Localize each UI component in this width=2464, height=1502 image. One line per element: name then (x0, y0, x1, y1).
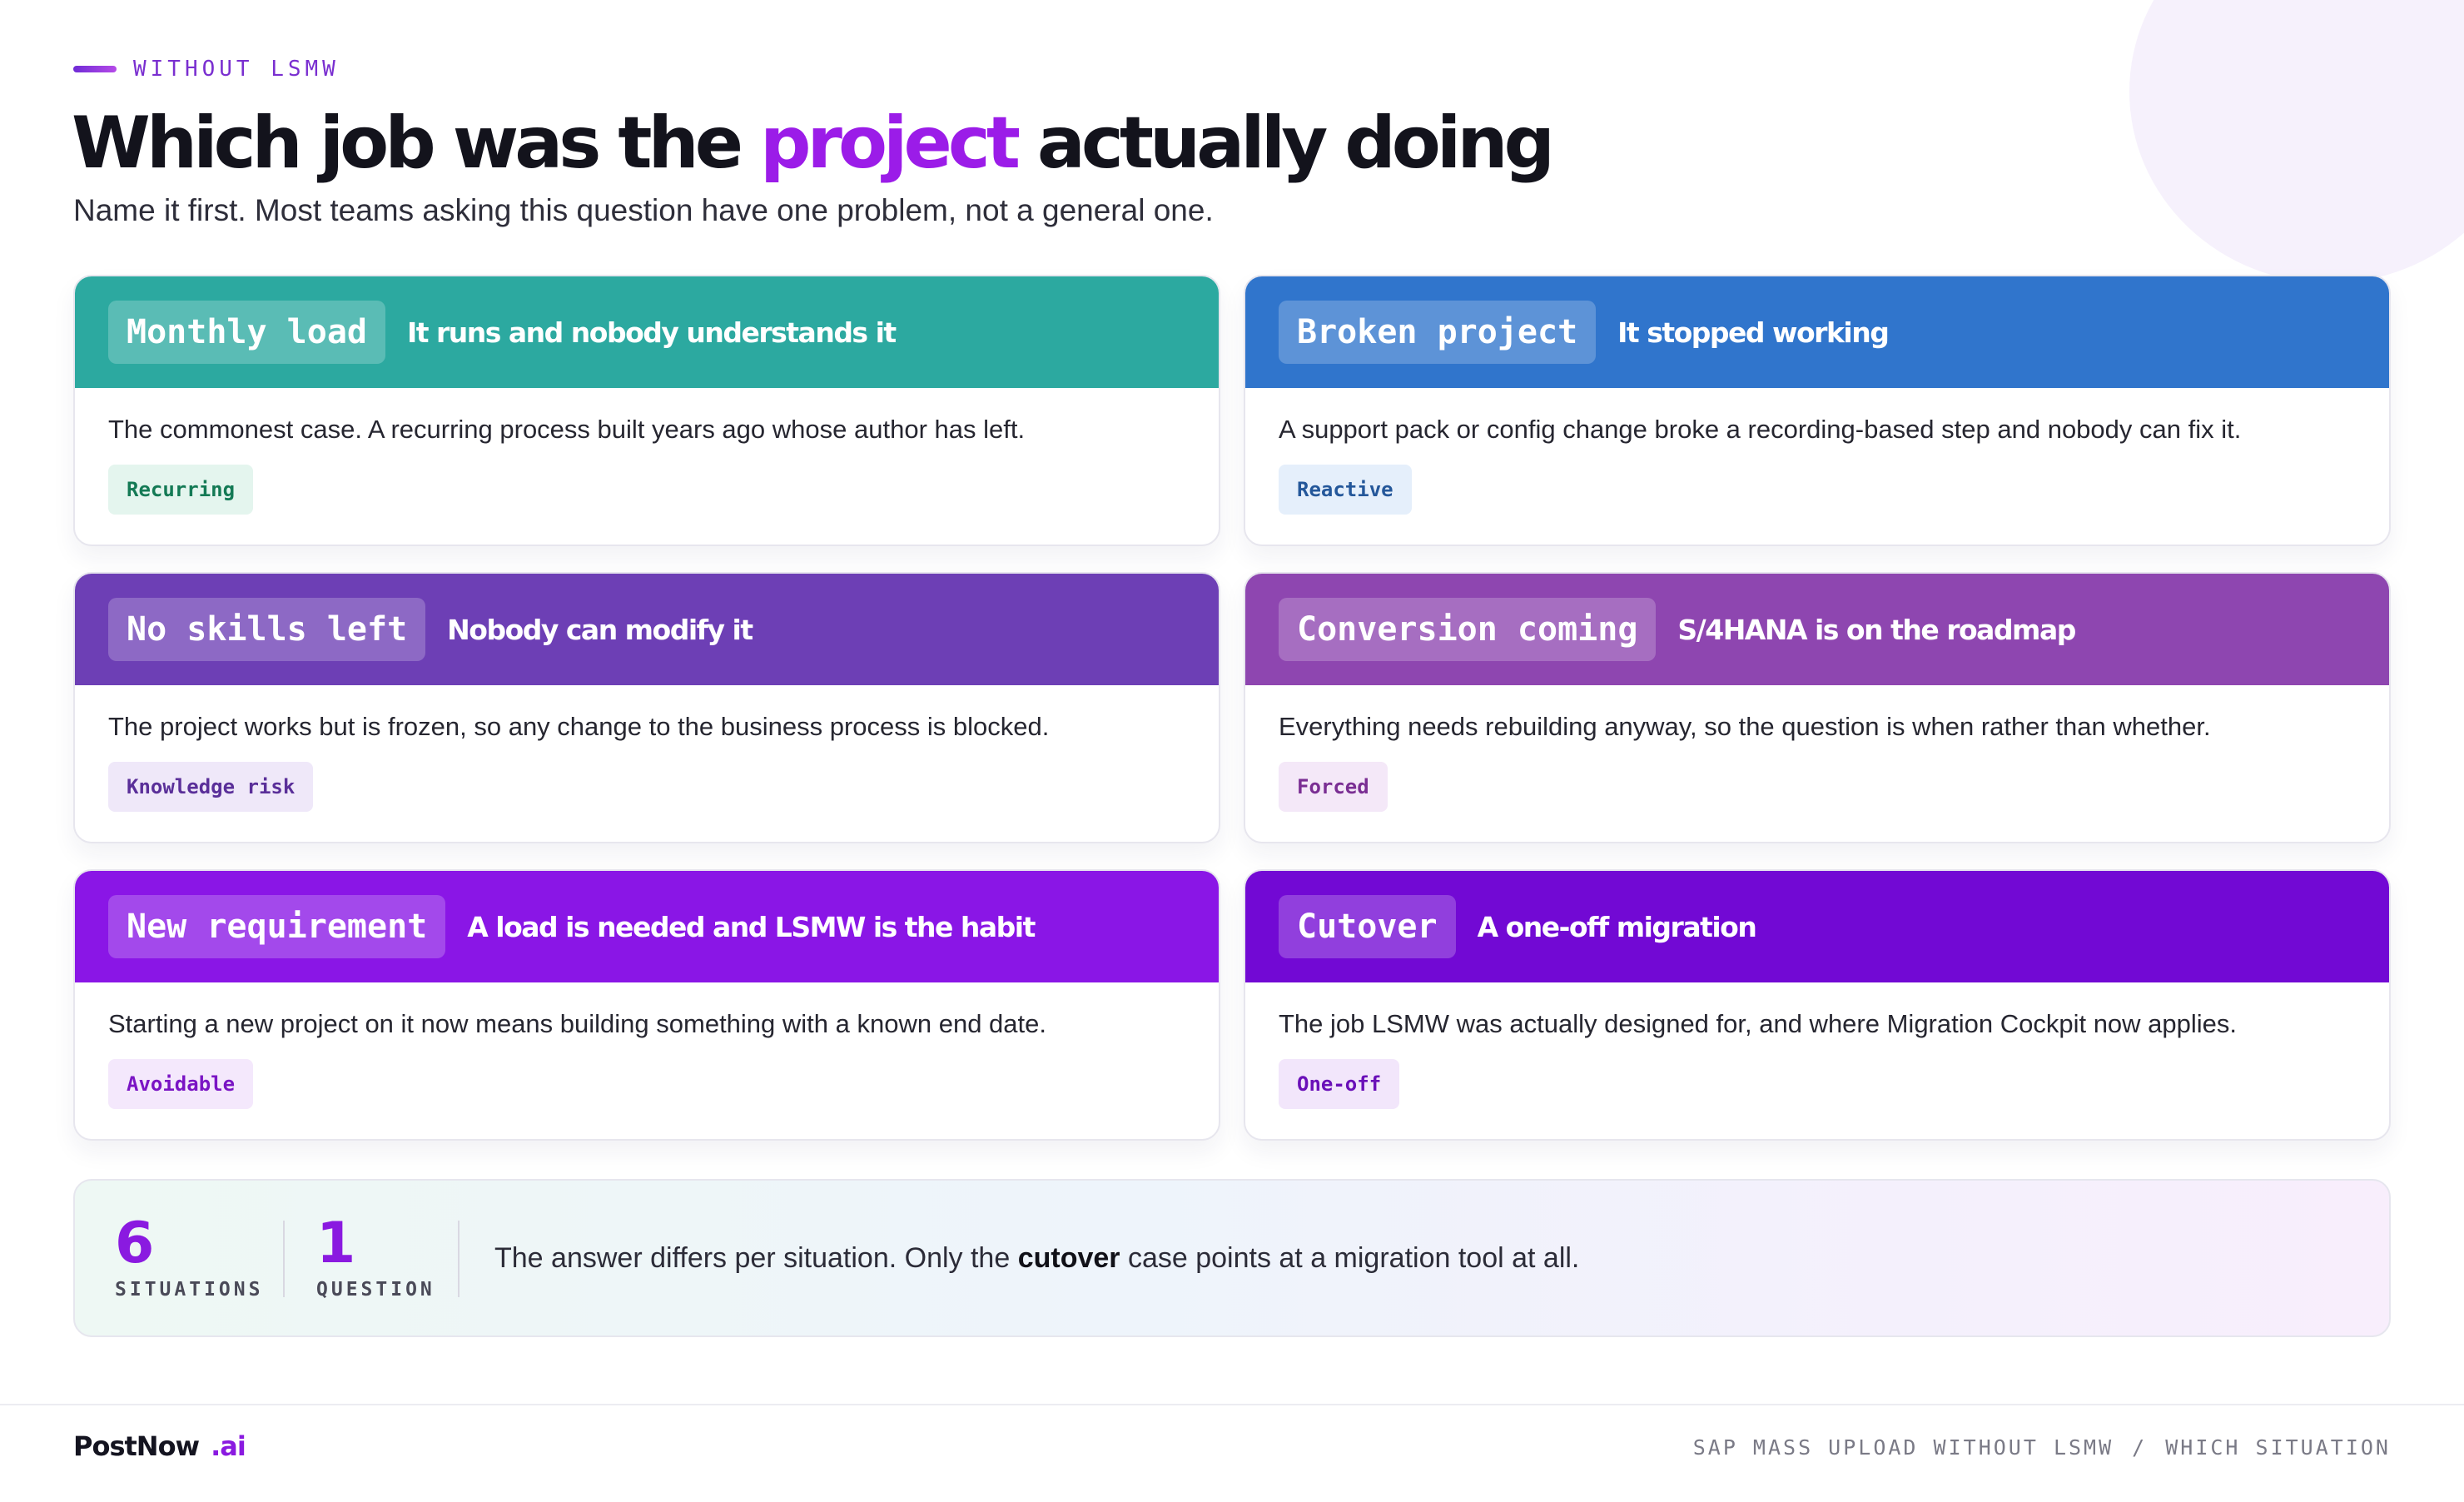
situation-card-no-skills-left: No skills left Nobody can modify it The … (73, 572, 1220, 843)
summary-text: The answer differs per situation. Only t… (494, 1239, 1579, 1277)
eyebrow-accent-bar (73, 66, 117, 72)
situation-tag: One-off (1279, 1059, 1400, 1109)
situation-tag: Forced (1279, 762, 1388, 812)
title-highlight: project (759, 102, 1021, 185)
summary-panel: 6 SITUATIONS 1 QUESTION The answer diffe… (73, 1179, 2391, 1337)
stat-label: QUESTION (316, 1279, 435, 1301)
stat-label: SITUATIONS (115, 1279, 264, 1301)
situation-description: Starting a new project on it now means b… (108, 1009, 1047, 1038)
situation-title: A load is needed and LSMW is the habit (467, 910, 1036, 943)
footer-divider (0, 1404, 2464, 1405)
situation-card-new-requirement: New requirement A load is needed and LSM… (73, 869, 1220, 1141)
situation-tag: Avoidable (108, 1059, 254, 1109)
situation-tag: Recurring (108, 465, 254, 515)
stat-situations: 6 SITUATIONS (115, 1212, 263, 1301)
situation-chip: Broken project (1279, 301, 1597, 364)
stat-value: 1 (316, 1211, 356, 1276)
stat-divider (283, 1221, 285, 1297)
page-subtitle: Name it first. Most teams asking this qu… (73, 193, 1214, 227)
card-header: Monthly load It runs and nobody understa… (75, 276, 1219, 388)
situation-title: S/4HANA is on the roadmap (1677, 613, 2076, 646)
summary-text-end: case points at a migration tool at all. (1120, 1242, 1580, 1274)
situation-tag: Reactive (1279, 465, 1412, 515)
brand-name: PostNow (73, 1430, 200, 1462)
breadcrumb-item: WHICH SITUATION (2165, 1435, 2391, 1460)
situation-tag: Knowledge risk (108, 762, 314, 812)
situation-chip: Cutover (1279, 895, 1456, 958)
title-end: actually doing (1016, 102, 1555, 185)
situation-chip: Monthly load (108, 301, 385, 364)
situation-title: It stopped working (1617, 316, 1890, 349)
card-header: Conversion coming S/4HANA is on the road… (1245, 574, 2389, 685)
situation-description: The project works but is frozen, so any … (108, 712, 1050, 741)
page-title: Which job was the project actually doing (72, 93, 1555, 193)
stat-question: 1 QUESTION (316, 1212, 435, 1301)
eyebrow-label: WITHOUT LSMW (133, 57, 340, 82)
summary-text-start: The answer differs per situation. Only t… (494, 1242, 1018, 1274)
breadcrumb: SAP MASS UPLOAD WITHOUT LSMW / WHICH SITUA… (1693, 1435, 2391, 1460)
eyebrow: WITHOUT LSMW (73, 57, 340, 82)
card-header: No skills left Nobody can modify it (75, 574, 1219, 685)
situation-title: A one-off migration (1477, 910, 1757, 943)
card-header: Cutover A one-off migration (1245, 871, 2389, 982)
decorative-circle (2129, 0, 2464, 283)
brand-logo: PostNow .ai (73, 1430, 246, 1462)
situation-chip: New requirement (108, 895, 446, 958)
title-start: Which job was the (72, 102, 760, 185)
situation-card-cutover: Cutover A one-off migration The job LSMW… (1244, 869, 2391, 1141)
stat-value: 6 (115, 1211, 155, 1276)
situation-chip: Conversion coming (1279, 598, 1657, 661)
situation-card-conversion-coming: Conversion coming S/4HANA is on the road… (1244, 572, 2391, 843)
breadcrumb-separator: / (2132, 1435, 2148, 1460)
brand-suffix: .ai (211, 1430, 246, 1462)
breadcrumb-item: SAP MASS UPLOAD WITHOUT LSMW (1692, 1435, 2114, 1460)
situation-description: A support pack or config change broke a … (1279, 415, 2242, 444)
stat-divider (458, 1221, 460, 1297)
summary-text-bold: cutover (1017, 1242, 1120, 1274)
situation-card-monthly-load: Monthly load It runs and nobody understa… (73, 275, 1220, 546)
situation-description: Everything needs rebuilding anyway, so t… (1279, 712, 2211, 741)
situation-title: Nobody can modify it (447, 613, 753, 646)
situation-description: The job LSMW was actually designed for, … (1279, 1009, 2238, 1038)
situation-chip: No skills left (108, 598, 426, 661)
situation-card-broken-project: Broken project It stopped working A supp… (1244, 275, 2391, 546)
situation-description: The commonest case. A recurring process … (108, 415, 1026, 444)
situation-title: It runs and nobody understands it (406, 316, 897, 349)
card-header: Broken project It stopped working (1245, 276, 2389, 388)
card-header: New requirement A load is needed and LSM… (75, 871, 1219, 982)
